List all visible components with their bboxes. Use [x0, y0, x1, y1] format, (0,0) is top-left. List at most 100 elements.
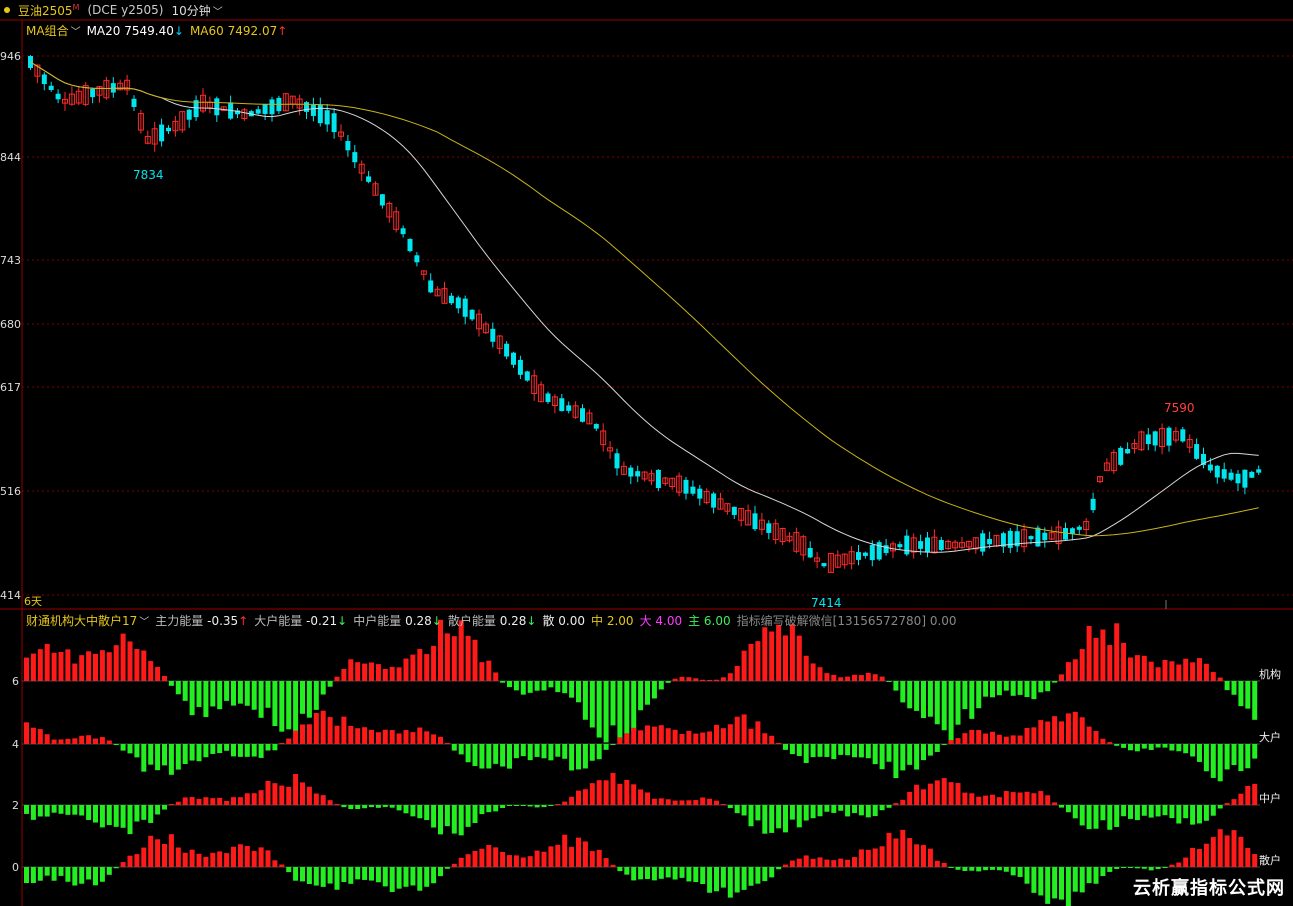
indicator-bar-down [182, 681, 188, 701]
indicator-bar-up [30, 727, 36, 744]
indicator-bar-down [472, 744, 478, 766]
indicator-bar-up [555, 804, 561, 805]
indicator-bar-down [1134, 805, 1140, 821]
indicator-bar-down [720, 867, 726, 888]
indicator-bar-down [286, 681, 292, 730]
indicator-bar-up [817, 857, 823, 867]
indicator-bar-down [513, 681, 519, 691]
indicator-bar-up [396, 667, 402, 681]
indicator-bar-down [534, 805, 540, 808]
indicator-bar-up [824, 673, 830, 681]
indicator-selector[interactable]: 财通机构大中散户17 ﹀ [26, 612, 149, 629]
indicator-bar-up [479, 848, 485, 867]
indicator-bar-up [438, 736, 443, 744]
indicator-bar-up [631, 727, 637, 744]
indicator-bar-down [858, 744, 864, 758]
kline-chart[interactable]: 946 844 743 680 617 516 414 6天 7834 7414 7590 6 机构 4 大… [0, 0, 1293, 906]
indicator-bar-down [58, 867, 64, 876]
candle-down [490, 328, 496, 342]
indicator-bar-down [72, 867, 78, 886]
indicator-bar-up [348, 725, 354, 744]
indicator-bar-up [852, 857, 857, 867]
indicator-bar-down [955, 681, 961, 725]
indicator-bar-down [914, 744, 920, 770]
indicator-bar-up [1238, 836, 1244, 867]
indicator-bar-up [1038, 791, 1044, 805]
indicator-bar-up [858, 675, 864, 681]
indicator-bar-up [217, 851, 223, 867]
indicator-bar-down [258, 681, 264, 718]
indicator-bar-up [451, 636, 457, 681]
indicator-bar-down [610, 681, 616, 726]
indicator-bar-up [106, 652, 112, 681]
indicator-bar-down [244, 744, 250, 757]
indicator-bar-up [858, 849, 864, 867]
indicator-bar-up [355, 728, 361, 744]
indicator-bar-up [582, 841, 588, 867]
indicator-bar-down [162, 744, 167, 766]
indicator-bar-down [665, 867, 671, 878]
indicator-bar-down [93, 867, 98, 886]
indicator-bar-down [817, 805, 823, 817]
indicator-bar-down [734, 867, 740, 893]
indicator-bar-up [714, 800, 719, 805]
indicator-bar-up [1107, 742, 1113, 744]
indicator-bar-down [465, 805, 471, 827]
indicator-bar-down [638, 681, 644, 711]
indicator-bar-down [341, 805, 347, 808]
candle-down [110, 83, 116, 93]
indicator-bar-down [1155, 744, 1161, 748]
indicator-bar-up [369, 662, 374, 681]
indicator-bar-down [500, 681, 506, 683]
indicator-bar-down [996, 681, 1002, 696]
indicator-bar-down [44, 867, 50, 876]
price-tick-label: 680 [0, 318, 21, 331]
indicator-bar-down [610, 744, 616, 745]
indicator-bar-up [631, 784, 637, 805]
indicator-bar-down [162, 805, 167, 810]
indicator-bar-down [548, 681, 554, 688]
indicator-bar-up [693, 733, 699, 744]
indicator-bar-down [1072, 867, 1078, 892]
indicator-bar-up [65, 738, 71, 744]
indicator-bar-down [493, 744, 499, 764]
candle-down [752, 513, 758, 530]
indicator-bar-down [293, 681, 299, 733]
indicator-bar-down [555, 681, 561, 693]
candle-down [90, 88, 96, 98]
indicator-bar-down [355, 805, 361, 810]
indicator-bar-up [762, 733, 768, 744]
candle-down [186, 109, 192, 120]
indicator-bar-up [569, 846, 575, 867]
indicator-bar-down [348, 805, 354, 810]
indicator-bar-up [1045, 721, 1051, 744]
indicator-bar-down [389, 867, 395, 892]
low-bottom-annotation: 7414 [811, 596, 842, 610]
indicator-bar-down [86, 867, 92, 880]
indicator-bar-up [1217, 677, 1223, 681]
indicator-bar-down [1210, 805, 1216, 816]
indicator-bar-down [651, 681, 657, 699]
indicator-bar-up [251, 793, 257, 805]
indicator-bar-up [831, 860, 837, 867]
indicator-bar-up [1065, 662, 1071, 681]
indicator-bar-down [1217, 805, 1223, 809]
indicator-bar-down [1197, 744, 1202, 762]
indicator-bar-up [1155, 667, 1161, 681]
indicator-bar-down [1148, 805, 1154, 818]
indicator-bar-down [714, 867, 719, 892]
indicator-bar-down [776, 805, 782, 829]
candle-down [1256, 469, 1262, 473]
candle-down [980, 533, 986, 552]
indicator-bar-down [1031, 681, 1037, 700]
indicator-item-mid: 中户能量 0.28↓ [353, 614, 442, 628]
indicator-bar-down [438, 805, 443, 835]
indicator-bar-up [1059, 721, 1064, 744]
indicator-bar-down [976, 867, 982, 872]
candle-down [1214, 465, 1220, 478]
indicator-bar-down [1114, 744, 1120, 746]
indicator-bar-down [182, 744, 188, 764]
indicator-bar-down [1197, 805, 1202, 824]
indicator-bar-up [555, 844, 561, 867]
indicator-bar-up [293, 774, 299, 805]
